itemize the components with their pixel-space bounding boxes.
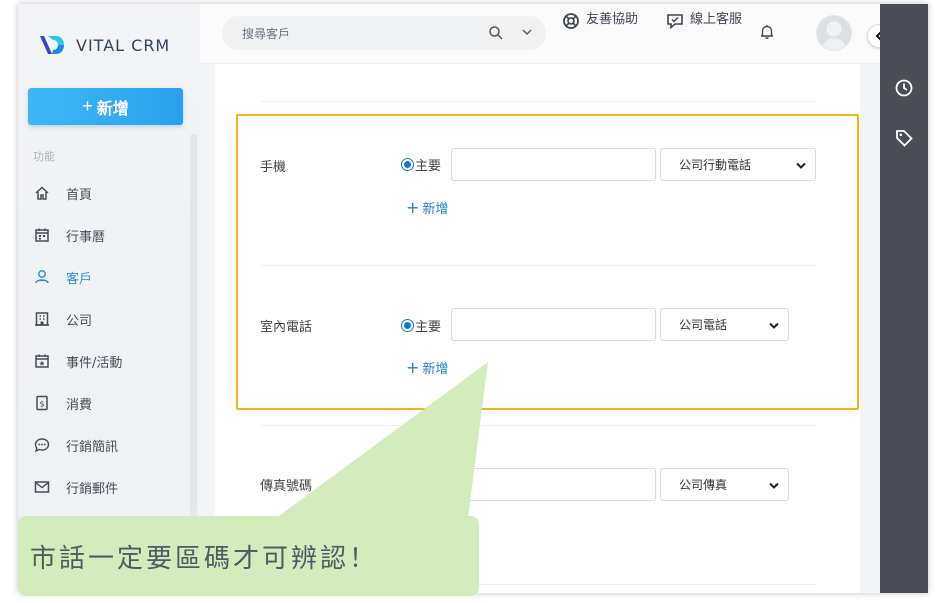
online-service-button[interactable]: 線上客服 bbox=[666, 12, 750, 30]
mail-icon bbox=[34, 479, 50, 495]
add-new-label: 新增 bbox=[96, 100, 129, 118]
chevron-down-icon[interactable] bbox=[520, 25, 534, 39]
lifebuoy-icon bbox=[563, 13, 579, 29]
sidebar-item-label: 事件/活動 bbox=[66, 355, 123, 371]
sidebar-item-customers[interactable]: 客戶 bbox=[18, 256, 200, 298]
primary-label: 主要 bbox=[415, 479, 442, 494]
fax-label: 傳真號碼 bbox=[260, 479, 313, 494]
sidebar-item-home[interactable]: 首頁 bbox=[18, 172, 200, 214]
building-icon bbox=[34, 311, 50, 327]
sidebar-item-label: 公司 bbox=[66, 313, 93, 329]
callout-bubble: 市話一定要區碼才可辨認！ bbox=[18, 516, 479, 596]
calendar-icon bbox=[34, 227, 50, 243]
logo[interactable]: VITAL CRM bbox=[36, 30, 170, 60]
sidebar-item-events[interactable]: 事件/活動 bbox=[18, 340, 200, 382]
help-button[interactable]: 友善協助 bbox=[562, 12, 642, 30]
sidebar-item-label: 消費 bbox=[66, 397, 93, 413]
receipt-icon: $ bbox=[34, 395, 50, 411]
divider bbox=[261, 101, 817, 102]
home-icon bbox=[34, 185, 50, 201]
event-icon bbox=[34, 353, 50, 369]
fax-type-select[interactable]: 公司傳真 bbox=[660, 468, 789, 501]
highlight-box bbox=[236, 114, 859, 410]
section-label: 功能 bbox=[33, 150, 55, 163]
sidebar-item-label: 首頁 bbox=[66, 187, 93, 203]
contacts-icon bbox=[34, 269, 50, 285]
sidebar-item-spending[interactable]: $ 消費 bbox=[18, 382, 200, 424]
callout-text: 市話一定要區碼才可辨認！ bbox=[30, 543, 379, 574]
sidebar-nav: 首頁 行事曆 客戶 公司 事件/活動 $ 消費 行銷簡訊 行銷郵件 bbox=[18, 172, 200, 508]
search-input[interactable]: 搜尋客戶 bbox=[222, 16, 546, 50]
sidebar-item-sms[interactable]: 行銷簡訊 bbox=[18, 424, 200, 466]
sidebar-item-calendar[interactable]: 行事曆 bbox=[18, 214, 200, 256]
sidebar-scrollbar[interactable] bbox=[190, 134, 197, 574]
sidebar-item-label: 客戶 bbox=[66, 271, 93, 287]
chat-icon bbox=[667, 14, 683, 30]
radio-selected-icon bbox=[401, 478, 414, 491]
sms-icon bbox=[34, 437, 50, 453]
service-label: 線上客服 bbox=[690, 12, 743, 27]
sidebar: VITAL CRM + 新增 功能 首頁 行事曆 客戶 公司 事件/活動 $ 消… bbox=[18, 4, 200, 593]
avatar[interactable] bbox=[816, 15, 852, 51]
sidebar-item-label: 行銷簡訊 bbox=[66, 439, 119, 455]
sidebar-item-mail[interactable]: 行銷郵件 bbox=[18, 466, 200, 508]
sidebar-item-label: 行銷郵件 bbox=[66, 481, 119, 497]
top-bar: 搜尋客戶 友善協助 線上客服 bbox=[200, 4, 891, 64]
logo-icon bbox=[40, 36, 64, 54]
clock-icon[interactable] bbox=[894, 78, 914, 98]
sidebar-item-company[interactable]: 公司 bbox=[18, 298, 200, 340]
sidebar-item-label: 行事曆 bbox=[66, 229, 106, 245]
fax-input[interactable] bbox=[451, 468, 656, 501]
divider bbox=[261, 425, 817, 426]
app-name: VITAL CRM bbox=[76, 35, 171, 55]
search-icon[interactable] bbox=[488, 25, 504, 41]
fax-primary-radio[interactable]: 主要 bbox=[401, 475, 441, 494]
tag-icon[interactable] bbox=[894, 128, 914, 148]
fax-type-value: 公司傳真 bbox=[679, 478, 728, 492]
help-label: 友善協助 bbox=[586, 12, 639, 27]
plus-icon: + bbox=[82, 96, 93, 116]
search-placeholder: 搜尋客戶 bbox=[242, 26, 291, 41]
chevron-down-icon bbox=[769, 482, 779, 489]
svg-text:$: $ bbox=[39, 400, 44, 409]
right-rail bbox=[880, 4, 928, 593]
bell-icon[interactable] bbox=[758, 23, 776, 41]
add-new-button[interactable]: + 新增 bbox=[28, 88, 183, 125]
